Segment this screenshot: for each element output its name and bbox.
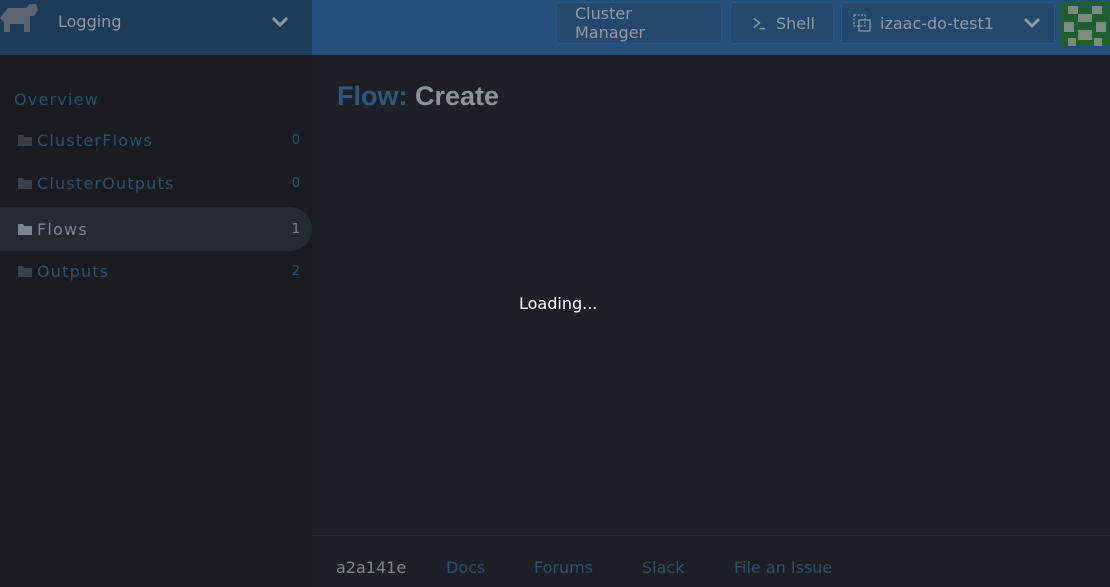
loading-indicator: Loading... — [519, 294, 598, 313]
footer: a2a141e Docs Forums Slack File an Issue — [312, 535, 1110, 587]
nav-item-count: 1 — [291, 221, 300, 237]
footer-link-forums[interactable]: Forums — [534, 558, 593, 577]
shell-button[interactable]: Shell — [730, 2, 834, 44]
nav-item-count: 0 — [291, 175, 300, 191]
nav-item-outputs[interactable]: Outputs 2 — [0, 249, 312, 293]
page-title: Flow: Create — [337, 81, 499, 112]
product-switcher[interactable]: Logging — [0, 0, 312, 55]
nav-item-label: Flows — [37, 219, 88, 239]
resource-type-link[interactable]: Flow: — [337, 81, 407, 111]
footer-link-docs[interactable]: Docs — [446, 558, 485, 577]
nav-overview-link[interactable]: Overview — [14, 90, 99, 109]
cluster-name: izaac-do-test1 — [880, 13, 994, 33]
nav-item-label: ClusterOutputs — [37, 173, 175, 193]
side-nav: Overview ClusterFlows 0 ClusterOutputs 0… — [0, 55, 312, 587]
folder-icon — [18, 224, 32, 235]
product-name: Logging — [58, 12, 122, 31]
footer-link-file-issue[interactable]: File an Issue — [734, 558, 832, 577]
header-actions: Cluster Manager Shell izaac-do-test1 — [312, 0, 1110, 55]
user-avatar[interactable] — [1060, 2, 1110, 46]
nav-item-label: Outputs — [37, 261, 110, 281]
cluster-manager-label: Cluster Manager — [575, 4, 646, 42]
nav-item-flows[interactable]: Flows 1 — [0, 207, 312, 251]
app-root: Logging Cluster Manager Shell izaac-do-t… — [0, 0, 1110, 587]
shell-label: Shell — [775, 13, 815, 33]
chevron-down-icon — [271, 16, 289, 28]
folder-icon — [18, 135, 32, 146]
folder-icon — [18, 266, 32, 277]
rancher-logo-icon — [0, 4, 38, 32]
page-mode: Create — [415, 81, 500, 111]
chevron-down-icon — [1023, 17, 1041, 29]
top-header: Logging Cluster Manager Shell izaac-do-t… — [0, 0, 1110, 55]
nav-item-clusterflows[interactable]: ClusterFlows 0 — [0, 118, 312, 162]
footer-link-slack[interactable]: Slack — [642, 558, 684, 577]
nav-item-label: ClusterFlows — [37, 130, 154, 150]
folder-icon — [18, 178, 32, 189]
version-label: a2a141e — [336, 558, 407, 577]
main-content: Flow: Create Loading... — [312, 55, 1110, 535]
nav-item-count: 0 — [291, 132, 300, 148]
nav-item-count: 2 — [291, 263, 300, 279]
avatar-pattern-icon — [1060, 2, 1110, 46]
cluster-switcher[interactable]: izaac-do-test1 — [841, 2, 1055, 44]
cluster-icon — [853, 14, 871, 32]
terminal-icon — [753, 17, 766, 30]
cluster-manager-button[interactable]: Cluster Manager — [556, 2, 722, 44]
nav-item-clusteroutputs[interactable]: ClusterOutputs 0 — [0, 161, 312, 205]
